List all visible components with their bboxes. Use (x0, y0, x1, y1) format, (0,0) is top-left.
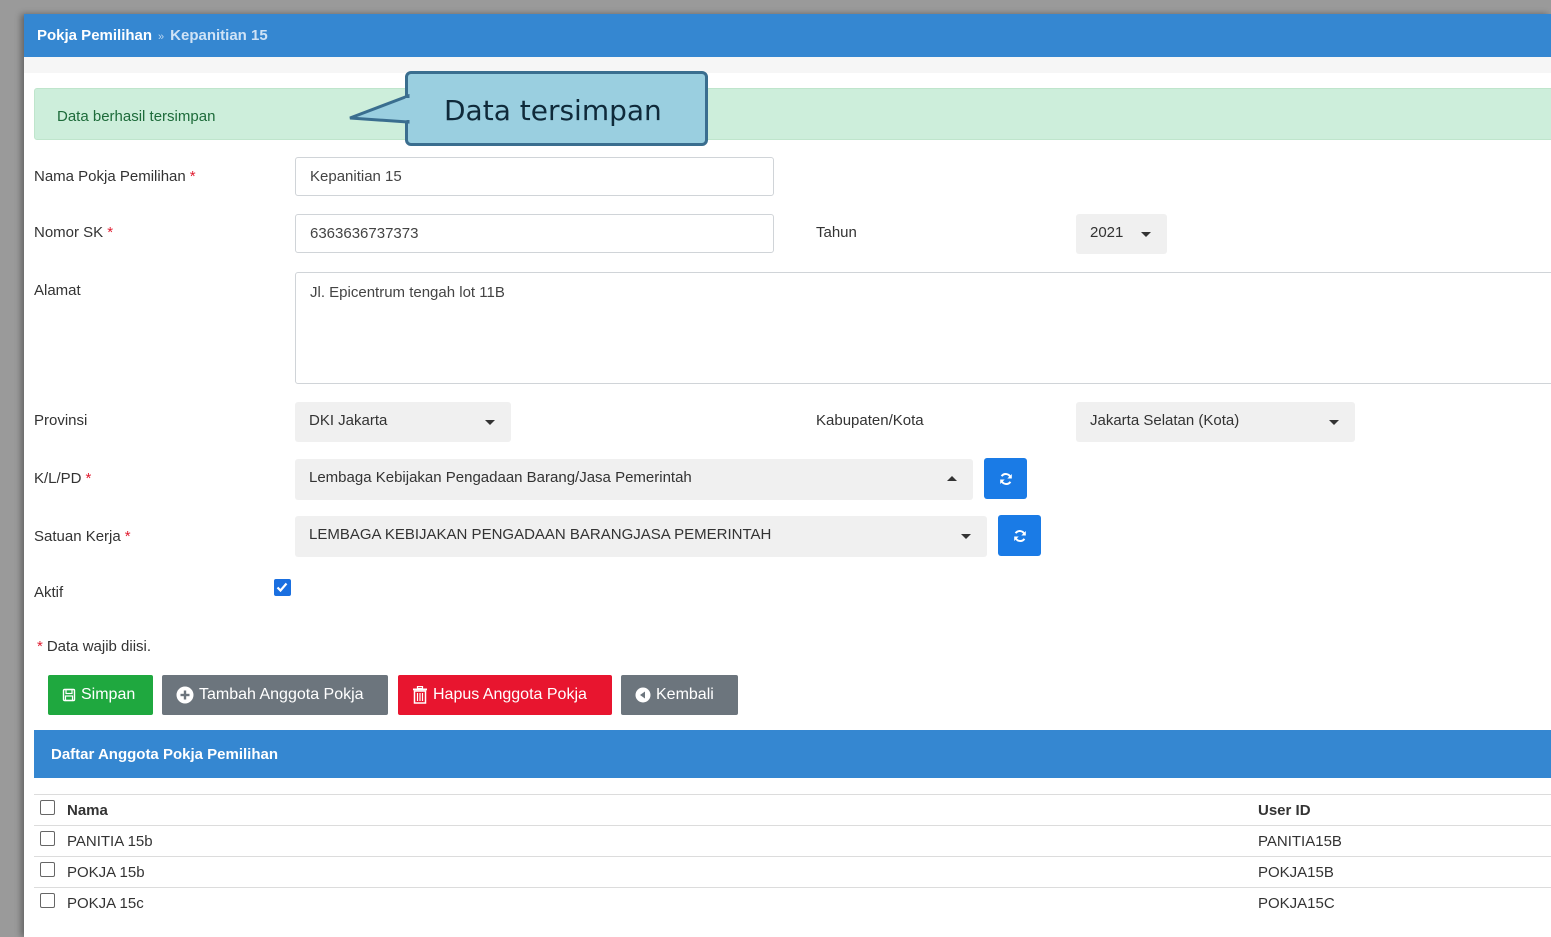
klpd-refresh-button[interactable] (984, 458, 1027, 499)
panel-title: Daftar Anggota Pokja Pemilihan (51, 746, 278, 763)
select-all-checkbox[interactable] (40, 800, 55, 815)
breadcrumb-separator: » (158, 31, 165, 43)
klpd-label: K/L/PD * (34, 470, 92, 487)
kabupaten-label: Kabupaten/Kota (816, 412, 924, 429)
kabupaten-select[interactable]: Jakarta Selatan (Kota) (1076, 402, 1355, 442)
back-circle-icon (635, 687, 651, 703)
provinsi-label: Provinsi (34, 412, 88, 429)
anggota-table: Nama User ID PANITIA 15b PANITIA15B POKJ… (34, 794, 1551, 918)
page: Pokja Pemilihan » Kepanitian 15 Data berha… (24, 14, 1551, 937)
check-icon (276, 582, 288, 593)
alamat-value: Jl. Epicentrum tengah lot 11B (310, 284, 505, 301)
tahun-select[interactable]: 2021 (1076, 214, 1167, 254)
save-icon (62, 688, 76, 702)
row-user-id: POKJA15C (1258, 895, 1335, 912)
plus-circle-icon (176, 686, 194, 704)
alert-message: Data berhasil tersimpan (57, 108, 216, 125)
tambah-label: Tambah Anggota Pokja (199, 686, 364, 703)
column-header-nama: Nama (67, 802, 108, 819)
nomor-sk-input[interactable]: 6363636737373 (295, 214, 774, 253)
row-nama: POKJA 15b (67, 864, 145, 881)
caret-down-icon (485, 420, 495, 425)
satker-value: LEMBAGA KEBIJAKAN PENGADAAN BARANGJASA P… (309, 526, 772, 543)
aktif-checkbox[interactable] (274, 579, 291, 596)
callout-text: Data tersimpan (444, 94, 662, 127)
provinsi-select[interactable]: DKI Jakarta (295, 402, 511, 442)
kabupaten-value: Jakarta Selatan (Kota) (1090, 412, 1240, 429)
row-user-id: POKJA15B (1258, 864, 1334, 881)
satker-select[interactable]: LEMBAGA KEBIJAKAN PENGADAAN BARANGJASA P… (295, 516, 987, 557)
breadcrumb-current: Kepanitian 15 (170, 27, 268, 44)
required-note: * Data wajib diisi. (37, 638, 152, 655)
top-bar: Pokja Pemilihan » Kepanitian 15 (24, 14, 1551, 57)
row-checkbox[interactable] (40, 862, 55, 877)
nomor-sk-label: Nomor SK * (34, 224, 114, 241)
alamat-label: Alamat (34, 282, 81, 299)
caret-down-icon (1329, 420, 1339, 425)
hapus-anggota-button[interactable]: Hapus Anggota Pokja (398, 675, 612, 715)
row-checkbox[interactable] (40, 831, 55, 846)
caret-down-icon (961, 534, 971, 539)
table-row: POKJA 15c POKJA15C (34, 887, 1551, 918)
row-user-id: PANITIA15B (1258, 833, 1342, 850)
klpd-value: Lembaga Kebijakan Pengadaan Barang/Jasa … (309, 469, 692, 486)
refresh-icon (1013, 529, 1026, 542)
caret-up-icon (947, 476, 957, 481)
klpd-select[interactable]: Lembaga Kebijakan Pengadaan Barang/Jasa … (295, 459, 973, 500)
header-strip (24, 57, 1551, 73)
kembali-label: Kembali (656, 686, 714, 703)
tahun-value: 2021 (1090, 224, 1124, 241)
refresh-icon (999, 472, 1012, 485)
annotation-callout: Data tersimpan (405, 71, 708, 146)
aktif-label: Aktif (34, 584, 64, 601)
nama-input[interactable]: Kepanitian 15 (295, 157, 774, 196)
trash-icon (412, 686, 428, 704)
hapus-label: Hapus Anggota Pokja (433, 686, 587, 703)
caret-down-icon (1141, 232, 1151, 237)
provinsi-value: DKI Jakarta (309, 412, 388, 429)
satker-refresh-button[interactable] (998, 515, 1041, 556)
breadcrumb-parent-link[interactable]: Pokja Pemilihan (37, 27, 152, 44)
satker-label: Satuan Kerja * (34, 528, 131, 545)
row-nama: POKJA 15c (67, 895, 144, 912)
simpan-button[interactable]: Simpan (48, 675, 153, 715)
anggota-panel-header: Daftar Anggota Pokja Pemilihan (34, 730, 1551, 778)
nama-label: Nama Pokja Pemilihan * (34, 168, 196, 185)
table-header-row: Nama User ID (34, 794, 1551, 825)
success-alert: Data berhasil tersimpan (34, 88, 1551, 140)
callout-pointer (349, 94, 410, 124)
table-row: POKJA 15b POKJA15B (34, 856, 1551, 887)
tahun-label: Tahun (816, 224, 857, 241)
breadcrumb: Pokja Pemilihan » Kepanitian 15 (37, 27, 268, 44)
kembali-button[interactable]: Kembali (621, 675, 738, 715)
row-checkbox[interactable] (40, 893, 55, 908)
alamat-textarea[interactable]: Jl. Epicentrum tengah lot 11B (295, 272, 1551, 384)
row-nama: PANITIA 15b (67, 833, 153, 850)
simpan-label: Simpan (81, 686, 136, 703)
table-row: PANITIA 15b PANITIA15B (34, 825, 1551, 856)
tambah-anggota-button[interactable]: Tambah Anggota Pokja (162, 675, 388, 715)
column-header-user-id: User ID (1258, 802, 1311, 819)
